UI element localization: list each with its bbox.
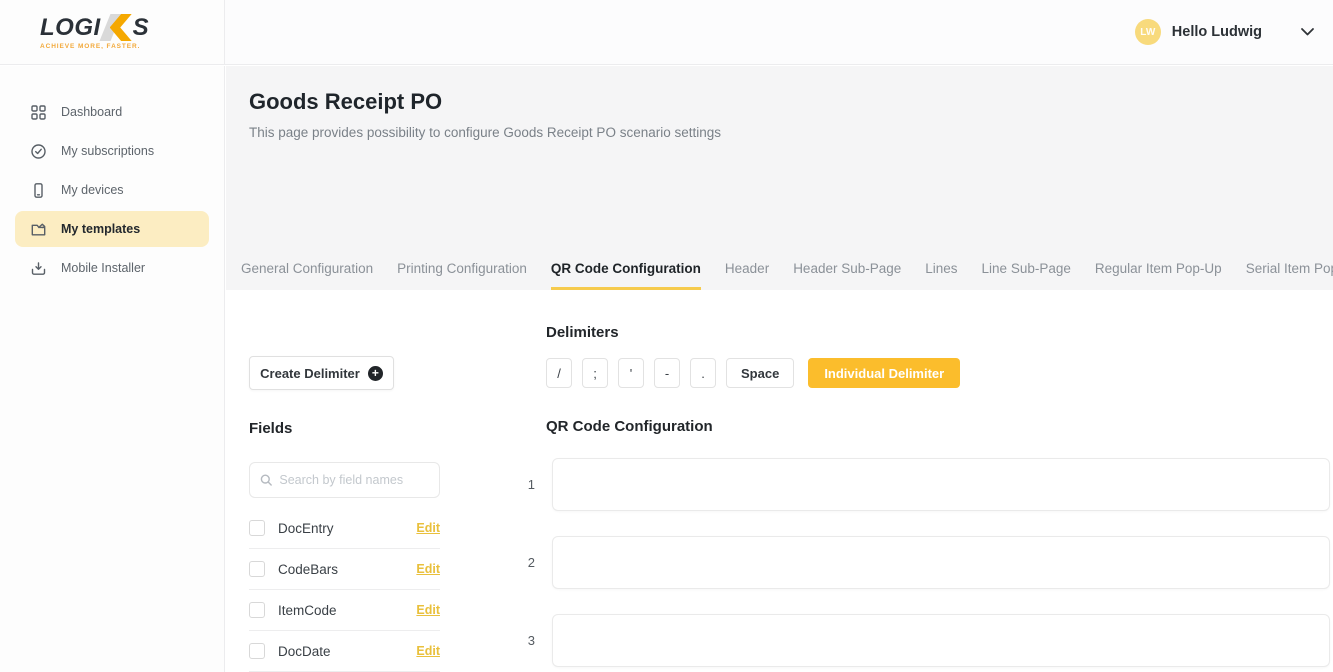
sidebar-item-label: My subscriptions [61,144,154,158]
sidebar-item-dashboard[interactable]: Dashboard [15,94,209,130]
field-name: DocDate [278,644,331,659]
row-number: 3 [523,633,535,648]
individual-delimiter-button[interactable]: Individual Delimiter [808,358,960,388]
phone-icon [30,182,47,199]
tab-header-sub-page[interactable]: Header Sub-Page [793,261,901,290]
tab-lines[interactable]: Lines [925,261,957,290]
create-delimiter-button[interactable]: Create Delimiter + [249,356,394,390]
tab-content: Create Delimiter + Fields DocEntry Edit … [226,290,1333,672]
sidebar-item-label: My devices [61,183,124,197]
qr-config-input-3[interactable] [552,614,1330,667]
folder-icon [30,221,47,238]
edit-link[interactable]: Edit [416,644,440,658]
field-search [249,462,440,498]
row-number: 2 [523,555,535,570]
field-name: DocEntry [278,521,334,536]
qr-config-input-1[interactable] [552,458,1330,511]
page-subtitle: This page provides possibility to config… [249,125,721,140]
field-row-itemcode: ItemCode Edit [249,590,440,631]
main-area: Goods Receipt PO This page provides poss… [226,66,1333,672]
sidebar-item-my-templates[interactable]: My templates [15,211,209,247]
delimiter-semicolon-button[interactable]: ; [582,358,608,388]
page-header: Goods Receipt PO This page provides poss… [226,66,1333,290]
tab-bar: General Configuration Printing Configura… [241,261,1333,290]
qr-config-row-3: 3 [523,614,1330,667]
sidebar-item-label: Mobile Installer [61,261,145,275]
user-menu[interactable]: LW Hello Ludwig [1135,0,1333,64]
tab-qr-code-configuration[interactable]: QR Code Configuration [551,261,701,290]
tab-general-configuration[interactable]: General Configuration [241,261,373,290]
tab-line-sub-page[interactable]: Line Sub-Page [982,261,1071,290]
topbar: LOGI S ACHIEVE MORE, FASTER. LW Hello Lu… [0,0,1333,65]
user-greeting: Hello Ludwig [1172,24,1262,40]
qr-config-row-1: 1 [523,458,1330,511]
sidebar-item-label: Dashboard [61,105,122,119]
delimiter-dash-button[interactable]: - [654,358,680,388]
edit-link[interactable]: Edit [416,562,440,576]
check-circle-icon [30,143,47,160]
tab-header[interactable]: Header [725,261,769,290]
chevron-down-icon[interactable] [1300,27,1315,37]
delimiter-slash-button[interactable]: / [546,358,572,388]
brand-logo[interactable]: LOGI S ACHIEVE MORE, FASTER. [0,0,225,64]
qr-config-heading: QR Code Configuration [546,418,713,435]
field-list: DocEntry Edit CodeBars Edit ItemCode Edi… [249,508,440,672]
logo-text-left: LOGI [40,14,101,42]
brand-tagline: ACHIEVE MORE, FASTER. [40,43,224,50]
grid-icon [30,104,47,121]
edit-link[interactable]: Edit [416,603,440,617]
field-name: CodeBars [278,562,338,577]
tab-serial-item-pop-up[interactable]: Serial Item Pop-Up [1246,261,1333,290]
logo-row: LOGI S [40,15,224,41]
logo-k-icon [102,14,132,41]
field-name: ItemCode [278,603,337,618]
delimiter-apostrophe-button[interactable]: ' [618,358,644,388]
edit-link[interactable]: Edit [416,521,440,535]
page-title: Goods Receipt PO [249,89,442,115]
sidebar-item-my-devices[interactable]: My devices [15,172,209,208]
search-input[interactable] [279,473,429,487]
logo-text-right: S [133,14,150,42]
plus-icon: + [368,366,383,381]
sidebar-item-label: My templates [61,222,140,236]
qr-config-row-2: 2 [523,536,1330,589]
delimiter-dot-button[interactable]: . [690,358,716,388]
fields-heading: Fields [249,420,292,437]
field-row-docentry: DocEntry Edit [249,508,440,549]
sidebar-item-my-subscriptions[interactable]: My subscriptions [15,133,209,169]
field-checkbox[interactable] [249,602,265,618]
field-checkbox[interactable] [249,643,265,659]
sidebar: Dashboard My subscriptions My devices My… [0,66,225,672]
field-row-docdate: DocDate Edit [249,631,440,672]
row-number: 1 [523,477,535,492]
delimiter-options: / ; ' - . Space Individual Delimiter [546,358,960,388]
download-tray-icon [30,260,47,277]
tab-printing-configuration[interactable]: Printing Configuration [397,261,527,290]
tab-regular-item-pop-up[interactable]: Regular Item Pop-Up [1095,261,1222,290]
delimiter-space-button[interactable]: Space [726,358,794,388]
field-checkbox[interactable] [249,520,265,536]
create-delimiter-label: Create Delimiter [260,366,360,381]
avatar: LW [1135,19,1161,45]
field-checkbox[interactable] [249,561,265,577]
sidebar-item-mobile-installer[interactable]: Mobile Installer [15,250,209,286]
qr-config-input-2[interactable] [552,536,1330,589]
delimiters-heading: Delimiters [546,324,619,341]
search-icon [260,473,272,487]
field-row-codebars: CodeBars Edit [249,549,440,590]
